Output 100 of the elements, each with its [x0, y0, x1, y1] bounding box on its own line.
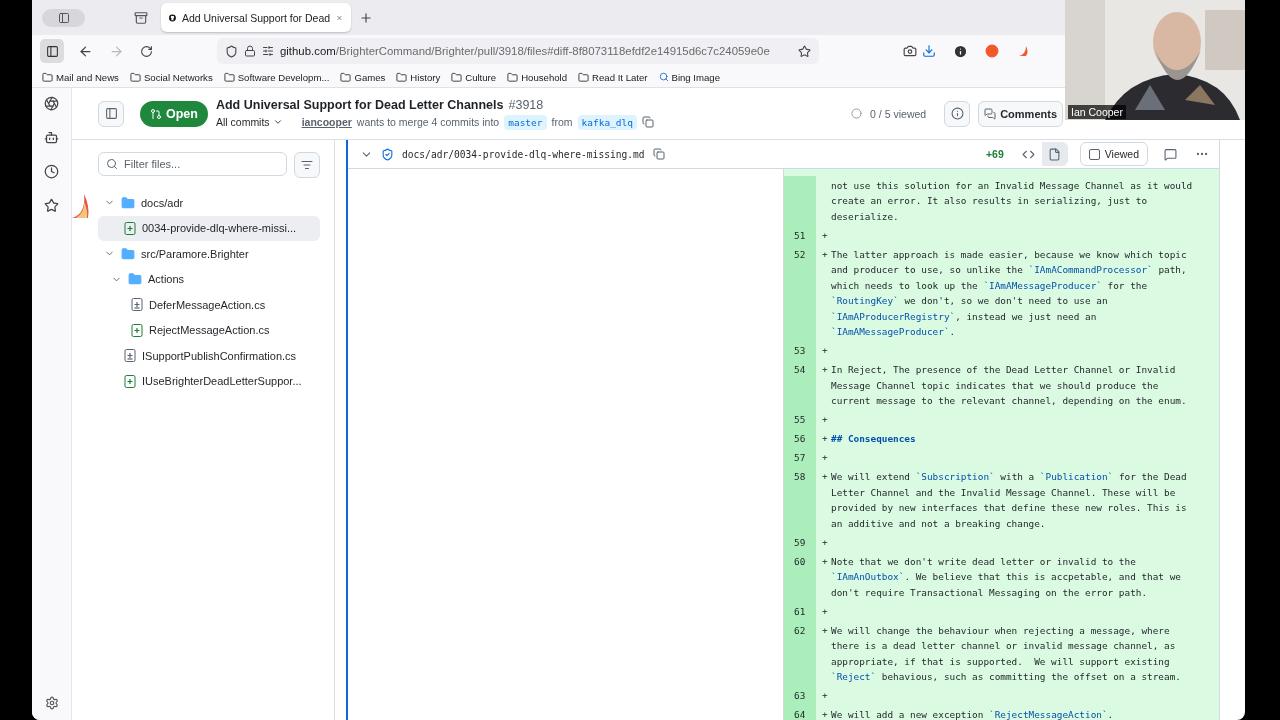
- folder-row[interactable]: src/Paramore.Brighter: [98, 241, 320, 267]
- download-icon[interactable]: [922, 44, 936, 58]
- new-tab-icon[interactable]: [359, 10, 373, 25]
- file-row[interactable]: ISupportPublishConfirmation.cs: [98, 343, 320, 369]
- addition-sign: +: [822, 604, 829, 619]
- file-modified-icon: [131, 298, 143, 312]
- file-path[interactable]: docs/adr/0034-provide-dlq-where-missing.md: [402, 148, 645, 160]
- file-row[interactable]: RejectMessageAction.cs: [98, 317, 320, 343]
- line-number: 54: [784, 360, 816, 411]
- file-name: 0034-provide-dlq-where-missi...: [142, 222, 297, 235]
- camera-icon[interactable]: [903, 44, 917, 58]
- file-added-icon: [131, 323, 143, 337]
- commits-menu[interactable]: All commits: [215, 116, 283, 128]
- line-number: 61: [784, 602, 816, 621]
- bookmark[interactable]: Social Networks: [129, 71, 213, 83]
- pr-number: #3918: [508, 97, 544, 112]
- bookmark[interactable]: Software Developm...: [223, 71, 330, 83]
- address-field[interactable]: github.com/BrighterCommand/Brighter/pull/3918/files#diff-8f8073118efdf2e14915d6c7c24059e0e: [217, 38, 819, 64]
- robot-icon[interactable]: [44, 130, 59, 145]
- head-branch[interactable]: kafka_dlq: [577, 114, 637, 130]
- settings-icon[interactable]: [44, 696, 59, 710]
- from-text: from: [551, 116, 573, 128]
- filter-field[interactable]: Filter files...: [98, 152, 287, 176]
- file-added-icon: [124, 221, 136, 235]
- sliders-icon: [262, 45, 274, 57]
- lock-icon: [244, 45, 256, 57]
- addition-sign: +: [822, 413, 829, 428]
- viewed-checkbox[interactable]: Viewed: [1079, 142, 1148, 166]
- bookmark[interactable]: Mail and News: [42, 71, 119, 83]
- addition-sign: +: [822, 689, 829, 704]
- info-icon[interactable]: [953, 43, 968, 59]
- folder-icon: [223, 71, 235, 83]
- line-number: 51: [784, 226, 816, 245]
- line-number-gutter: [784, 176, 816, 226]
- folder-row[interactable]: docs/adr: [98, 190, 320, 216]
- rich-view-button[interactable]: [1041, 142, 1068, 166]
- file-name: ISupportPublishConfirmation.cs: [142, 349, 297, 362]
- file-name: DeferMessageAction.cs: [149, 298, 266, 311]
- code-line: In Reject, The presence of the Dead Letter Channel or Invalid Message Channel topic indicates that we should produce the current message to the relevant channel, depending on the enum.: [831, 363, 1187, 409]
- filter-button[interactable]: [294, 152, 320, 178]
- file-row[interactable]: IUseBrighterDeadLetterSuppor...: [98, 368, 320, 394]
- comment-icon[interactable]: [1164, 147, 1177, 161]
- folder-icon: [121, 195, 135, 210]
- copy-icon[interactable]: [652, 148, 665, 160]
- bookmark[interactable]: Bing Image: [658, 71, 721, 83]
- participant-name: Ian Cooper: [1068, 105, 1126, 119]
- bookmark[interactable]: Read It Later: [578, 71, 648, 83]
- search-icon: [658, 72, 669, 82]
- line-number: 58: [784, 467, 816, 533]
- toggle-tree-button[interactable]: [98, 100, 124, 127]
- file-row[interactable]: 0034-provide-dlq-where-missi...: [98, 215, 320, 241]
- line-number: 52: [784, 245, 816, 342]
- back-icon[interactable]: [78, 43, 93, 59]
- progress-ring-icon: [851, 108, 863, 119]
- addition-sign: +: [822, 470, 829, 485]
- tab-title: Add Universal Support for Dead: [181, 11, 331, 24]
- comments-button[interactable]: Comments: [978, 100, 1063, 127]
- addition-sign: +: [822, 535, 829, 550]
- addition-sign: +: [822, 344, 829, 359]
- checkbox[interactable]: [1088, 148, 1100, 160]
- bookmark-star-icon[interactable]: [798, 44, 811, 58]
- addition-sign: +: [822, 228, 829, 243]
- folder-icon: [121, 246, 135, 261]
- base-branch[interactable]: master: [504, 114, 547, 130]
- folder-icon: [128, 272, 142, 287]
- sidebar-button[interactable]: [40, 39, 64, 63]
- addition-sign: +: [822, 363, 829, 378]
- bookmark[interactable]: Games: [340, 71, 386, 83]
- line-number: 60: [784, 552, 816, 602]
- folder-icon: [507, 71, 519, 83]
- folder-icon: [129, 71, 141, 83]
- tab-overview-button[interactable]: [42, 8, 85, 27]
- file-added-icon: [124, 374, 136, 388]
- pull-request-icon: [150, 107, 162, 120]
- addition-sign: +: [822, 247, 829, 262]
- folder-row[interactable]: Actions: [98, 266, 320, 292]
- line-number: 59: [784, 533, 816, 552]
- addition-sign: +: [822, 451, 829, 466]
- bookmark[interactable]: Household: [507, 71, 568, 83]
- file-row[interactable]: DeferMessageAction.cs: [98, 292, 320, 318]
- author-link[interactable]: iancooper: [301, 116, 352, 128]
- addition-sign: +: [822, 432, 829, 447]
- search-icon: [106, 158, 118, 170]
- bookmark[interactable]: Culture: [451, 71, 497, 83]
- merge-text: wants to merge 4 commits into: [356, 116, 500, 128]
- star-icon[interactable]: [44, 198, 59, 213]
- folder-icon: [340, 71, 352, 83]
- folder-icon: [396, 71, 408, 83]
- info-button[interactable]: [944, 100, 971, 127]
- folder-name: docs/adr: [141, 196, 184, 209]
- folder-name: src/Paramore.Brighter: [141, 247, 249, 260]
- history-icon[interactable]: [44, 164, 59, 179]
- folder-icon: [578, 71, 590, 83]
- code-line: not use this solution for an Invalid Message Channel as it would create an error. It also results in serializing, just to deserialize.: [831, 178, 1193, 224]
- reload-icon[interactable]: [140, 44, 153, 58]
- state-badge: Open: [140, 100, 208, 127]
- bookmark[interactable]: History: [396, 71, 441, 83]
- url-text: github.com/BrighterCommand/Brighter/pull/3918/files#diff-8f8073118efdf2e14915d6c7c24059e0e: [280, 45, 771, 57]
- copy-icon[interactable]: [642, 116, 654, 128]
- browser-tab[interactable]: Add Universal Support for Dead: [161, 3, 351, 32]
